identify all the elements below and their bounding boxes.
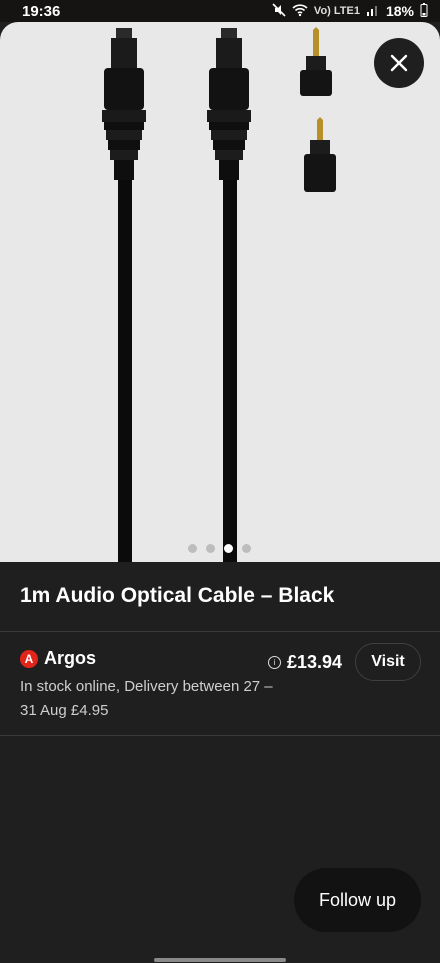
price-value: £13.94	[287, 652, 343, 672]
wifi-icon	[292, 3, 308, 20]
gesture-nav-handle[interactable]	[154, 958, 286, 962]
image-pagination	[188, 544, 251, 553]
product-sheet: 1m Audio Optical Cable – Black A Argos I…	[0, 22, 440, 963]
product-title: 1m Audio Optical Cable – Black	[20, 584, 335, 607]
pagination-dot[interactable]	[242, 544, 251, 553]
divider	[0, 735, 440, 736]
status-time: 19:36	[22, 2, 61, 20]
divider	[0, 631, 440, 632]
mute-icon	[272, 2, 286, 20]
network-label: Vo) LTE1	[313, 5, 360, 17]
pagination-dot[interactable]	[188, 544, 197, 553]
pagination-dot[interactable]	[206, 544, 215, 553]
status-icons: Vo) LTE1 18%	[272, 2, 428, 20]
argos-logo-icon: A	[20, 649, 38, 668]
close-button[interactable]	[374, 38, 424, 88]
battery-level: 18%	[385, 3, 414, 19]
status-bar: 19:36 Vo) LTE1 18%	[0, 0, 440, 22]
price: i £13.94	[268, 652, 342, 673]
merchant: A Argos	[20, 648, 96, 669]
visit-button[interactable]: Visit	[355, 643, 421, 681]
product-image[interactable]	[0, 22, 440, 562]
pagination-dot-active[interactable]	[224, 544, 233, 553]
availability-text: In stock online, Delivery between 27 – 3…	[20, 678, 273, 719]
close-icon	[390, 54, 408, 72]
signal-icon	[366, 3, 380, 19]
follow-up-button[interactable]: Follow up	[294, 868, 421, 932]
battery-icon	[420, 2, 428, 20]
optical-cable-image	[102, 27, 336, 562]
merchant-name: Argos	[44, 648, 97, 668]
info-icon[interactable]: i	[268, 656, 281, 669]
